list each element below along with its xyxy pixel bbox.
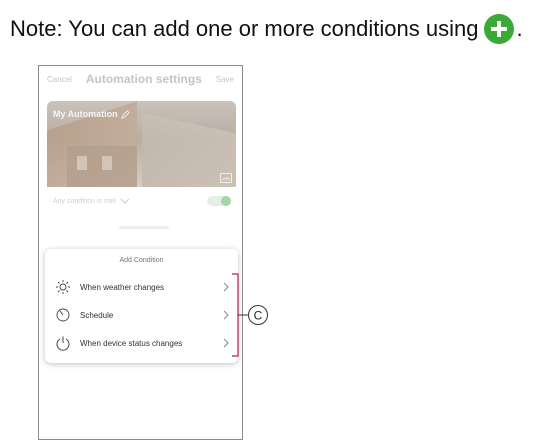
image-icon[interactable] bbox=[220, 173, 232, 183]
banner-window bbox=[77, 156, 87, 170]
condition-item-label: Schedule bbox=[80, 310, 114, 320]
weather-sun-icon bbox=[56, 280, 70, 294]
banner-window bbox=[102, 156, 112, 170]
note-text-line: Note: You can add one or more conditions… bbox=[10, 14, 523, 44]
phone-screen: Cancel Automation settings Save My Autom… bbox=[38, 65, 243, 440]
faint-placeholder-line bbox=[119, 226, 169, 229]
condition-item-device-status[interactable]: When device status changes bbox=[45, 330, 238, 356]
plus-circle-icon bbox=[484, 14, 515, 44]
chevron-right-icon bbox=[223, 282, 229, 292]
sheet-title: Add Condition bbox=[119, 257, 164, 264]
callout-label: C bbox=[254, 309, 263, 323]
toggle-knob bbox=[221, 196, 231, 206]
timer-icon bbox=[56, 308, 70, 322]
screen-title: Automation settings bbox=[85, 72, 202, 86]
condition-item-schedule[interactable]: Schedule bbox=[45, 302, 238, 328]
power-icon bbox=[56, 336, 70, 351]
automation-name[interactable]: My Automation bbox=[53, 109, 130, 119]
note-text: Note: You can add one or more conditions… bbox=[10, 16, 479, 41]
condition-mode-row[interactable]: Any condition is met bbox=[53, 194, 231, 208]
callout-circle bbox=[248, 305, 268, 325]
condition-toggle[interactable] bbox=[207, 196, 231, 206]
automation-name-label: My Automation bbox=[53, 109, 118, 119]
condition-mode-label: Any condition is met bbox=[53, 197, 116, 205]
chevron-right-icon bbox=[223, 310, 229, 320]
cancel-button[interactable]: Cancel bbox=[47, 75, 72, 84]
add-condition-sheet: Add Condition When weather changes Sched… bbox=[45, 249, 238, 363]
note-period: . bbox=[516, 16, 523, 41]
condition-item-label: When weather changes bbox=[80, 282, 165, 292]
automation-banner-image[interactable]: My Automation bbox=[47, 101, 236, 187]
save-button[interactable]: Save bbox=[216, 75, 234, 84]
pencil-icon[interactable] bbox=[120, 109, 130, 119]
top-bar: Cancel Automation settings Save bbox=[39, 66, 242, 92]
condition-item-label: When device status changes bbox=[80, 338, 183, 348]
chevron-down-icon[interactable] bbox=[120, 198, 130, 204]
condition-item-weather[interactable]: When weather changes bbox=[45, 274, 238, 300]
chevron-right-icon bbox=[223, 338, 229, 348]
